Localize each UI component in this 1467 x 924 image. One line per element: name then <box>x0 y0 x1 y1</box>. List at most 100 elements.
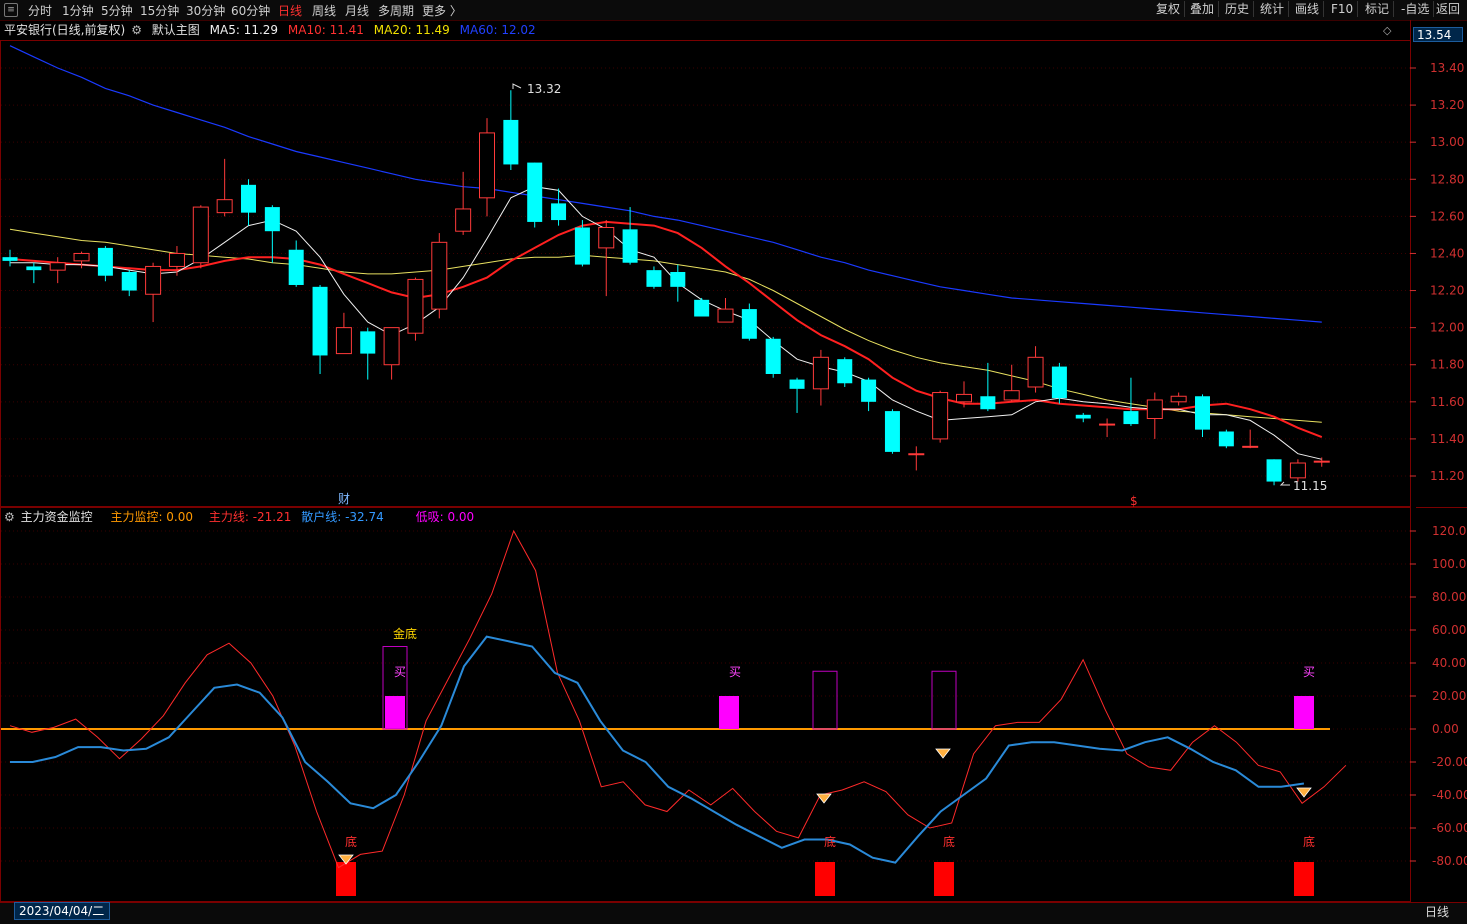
main-tick-label: 13.40 <box>1430 61 1464 75</box>
date-cursor-badge: 2023/04/04/二 <box>14 902 110 920</box>
candle-body-up <box>598 226 615 249</box>
retail-line <box>10 635 1305 864</box>
candle-body-down <box>741 309 757 339</box>
candle-body-up <box>1170 395 1187 403</box>
timescale-daily[interactable]: 日线 <box>1425 903 1449 920</box>
candle-body-up <box>407 278 424 334</box>
candle-body-up <box>1146 399 1163 420</box>
candle-body-up <box>908 453 925 456</box>
candle-body-down <box>312 286 328 356</box>
candle-body-up <box>431 241 448 310</box>
main-tick-label: 12.00 <box>1430 321 1464 335</box>
diamond-signal-icon <box>935 748 951 759</box>
indicator-tick-label: 20.00 <box>1432 689 1466 703</box>
low-pointer-icon <box>1279 481 1290 486</box>
candle-body-up <box>717 308 734 323</box>
main-tick-label: 13.20 <box>1430 98 1464 112</box>
main-tick-label: 12.20 <box>1430 284 1464 298</box>
bottom-signal-bar <box>1294 862 1314 896</box>
buy-signal-bar <box>385 696 405 729</box>
candle-body-down <box>1195 396 1210 430</box>
candle-body-down <box>1218 431 1234 447</box>
main-force-line <box>9 529 1347 869</box>
candle-body-down <box>1266 459 1282 482</box>
candle-body-down <box>884 411 900 452</box>
candle-body-down <box>789 379 805 389</box>
main-tick-label: 12.80 <box>1430 172 1464 186</box>
ma60-line <box>9 45 1322 323</box>
indicator-frame <box>0 507 1411 902</box>
buy-label-3: 买 <box>1303 665 1315 679</box>
buy-signal-bar <box>719 696 739 729</box>
indicator-tick-label: 120.00 <box>1432 524 1467 538</box>
diamond-signal-icon <box>1296 787 1312 798</box>
candle-body-down <box>503 119 519 165</box>
candle-body-down <box>622 229 638 263</box>
candle-body-down <box>837 359 853 384</box>
candle-body-down <box>264 207 280 232</box>
candle-body-down <box>670 272 686 287</box>
indicator-grid <box>1 530 1410 862</box>
candle-body-down <box>765 338 781 374</box>
candle-body-down <box>121 272 137 291</box>
indicator-tick-label: -40.00 <box>1432 788 1467 802</box>
main-tick-label: 11.80 <box>1430 358 1464 372</box>
candle-body-up <box>1313 460 1330 463</box>
candle-body-up <box>216 199 233 214</box>
candle-body-up <box>168 252 185 267</box>
candle-body-up <box>192 206 209 264</box>
main-tick-label: 13.00 <box>1430 135 1464 149</box>
candle-body-up <box>49 262 66 271</box>
bottom-label-1: 底 <box>345 834 357 849</box>
hollow-signal-box <box>812 670 838 730</box>
indicator-tick-label: -60.00 <box>1432 821 1467 835</box>
candle-body-up <box>479 132 495 199</box>
bottom-status-bar <box>0 902 1467 924</box>
candle-body-up <box>335 327 352 355</box>
bottom-label-2: 底 <box>824 834 836 849</box>
main-tick-label: 12.40 <box>1430 246 1464 260</box>
candle-body-down <box>527 162 543 222</box>
candle-body-down <box>1075 414 1091 419</box>
candle-body-up <box>73 252 90 262</box>
dollar-marker[interactable]: $ <box>1130 494 1138 508</box>
candle-body-down <box>574 227 590 265</box>
indicator-tick-label: 60.00 <box>1432 623 1466 637</box>
bottom-signal-bar <box>934 862 954 896</box>
candle-body-down <box>694 299 710 317</box>
hollow-signal-box <box>931 670 957 730</box>
chart-canvas[interactable]: 13.32 11.15 财 $ 金底 买 买 买 底 底 底 底 13.40 13… <box>0 0 1467 923</box>
candle-body-down <box>241 184 256 213</box>
bottom-label-3: 底 <box>943 834 955 849</box>
main-tick-label: 11.60 <box>1430 395 1464 409</box>
candle-body-up <box>956 393 972 403</box>
low-price-label: 11.15 <box>1293 479 1327 493</box>
indicator-tick-label: 80.00 <box>1432 590 1466 604</box>
candle-body-up <box>455 208 472 232</box>
main-tick-label: 12.60 <box>1430 209 1464 223</box>
main-tick-label: 11.20 <box>1430 469 1464 483</box>
candle-body-up <box>1242 445 1259 448</box>
candle-body-down <box>1051 366 1067 399</box>
indicator-tick-label: 40.00 <box>1432 656 1466 670</box>
candle-body-up <box>1289 462 1306 479</box>
candle-body-down <box>1123 411 1139 425</box>
candle-body-down <box>26 266 42 271</box>
candlesticks[interactable] <box>2 83 1330 486</box>
candle-body-up <box>145 265 162 295</box>
main-chart-frame <box>0 40 1411 507</box>
high-pointer-icon <box>512 83 522 89</box>
candle-body-down <box>97 247 113 276</box>
buy-label-2: 买 <box>729 665 741 679</box>
candle-body-up <box>1099 423 1116 426</box>
indicator-tick-label: -80.00 <box>1432 854 1467 868</box>
buy-label-1: 买 <box>394 665 406 679</box>
finance-marker[interactable]: 财 <box>338 492 350 506</box>
candle-body-down <box>980 396 996 410</box>
candle-body-up <box>1003 390 1020 401</box>
candle-body-up <box>812 356 829 390</box>
candle-body-up <box>383 327 400 366</box>
bottom-label-4: 底 <box>1303 834 1315 849</box>
indicator-tick-label: 100.00 <box>1432 557 1467 571</box>
candle-body-down <box>288 249 304 285</box>
